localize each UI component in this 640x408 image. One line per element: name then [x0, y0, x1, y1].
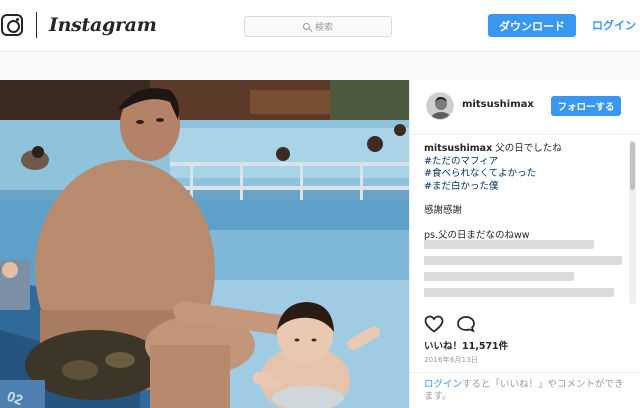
blurred-comments	[424, 240, 624, 312]
logo-divider	[36, 12, 37, 38]
blurred-line	[424, 240, 594, 249]
blurred-line	[424, 272, 574, 281]
post-caption: mitsushimax 父の日でしたね #ただのマフィア #食べられなくてよかっ…	[424, 143, 624, 242]
caption-thanks: 感謝感謝	[424, 205, 463, 216]
blurred-line	[424, 288, 614, 297]
avatar[interactable]	[426, 92, 454, 120]
search-icon	[302, 23, 310, 30]
post-side-panel: mitsushimax フォローする mitsushimax 父の日でしたね #…	[409, 80, 640, 408]
post-header: mitsushimax フォローする	[410, 80, 640, 135]
hashtag-link[interactable]: #ただのマフィア	[424, 156, 624, 169]
like-count[interactable]: いいね！11,571件	[424, 338, 508, 352]
post-date[interactable]: 2016年6月13日	[424, 355, 478, 365]
instagram-camera-icon[interactable]	[1, 14, 23, 36]
post-photo[interactable]: 02	[0, 80, 409, 408]
caption-text: 父の日でしたね	[495, 143, 562, 154]
blurred-line	[424, 256, 622, 265]
download-button[interactable]: ダウンロード	[488, 14, 576, 37]
post-photo-image: 02	[0, 80, 409, 408]
scrollbar-thumb[interactable]	[630, 142, 635, 190]
post-actions	[424, 315, 476, 335]
caption-scrollbar[interactable]	[629, 140, 636, 304]
login-link[interactable]: ログイン	[592, 17, 636, 33]
avatar-image	[427, 93, 453, 119]
search-input[interactable]: 検索	[244, 16, 392, 37]
comment-login-prompt: ログインすると「いいね！」やコメントができます。	[410, 372, 640, 408]
hashtag-link[interactable]: #まだ白かった僕	[424, 181, 624, 194]
search-placeholder: 検索	[314, 23, 333, 33]
heart-icon[interactable]	[424, 315, 444, 333]
comment-icon[interactable]	[456, 315, 476, 333]
hashtag-link[interactable]: #食べられなくてよかった	[424, 168, 624, 181]
logo[interactable]: Instagram	[0, 10, 157, 40]
post-username[interactable]: mitsushimax	[462, 99, 534, 110]
top-nav: Instagram 検索 ダウンロード ログイン	[0, 0, 640, 52]
comment-login-link[interactable]: ログイン	[424, 379, 462, 390]
follow-button[interactable]: フォローする	[551, 96, 621, 116]
instagram-wordmark[interactable]: Instagram	[49, 14, 157, 36]
caption-username[interactable]: mitsushimax	[424, 143, 492, 154]
